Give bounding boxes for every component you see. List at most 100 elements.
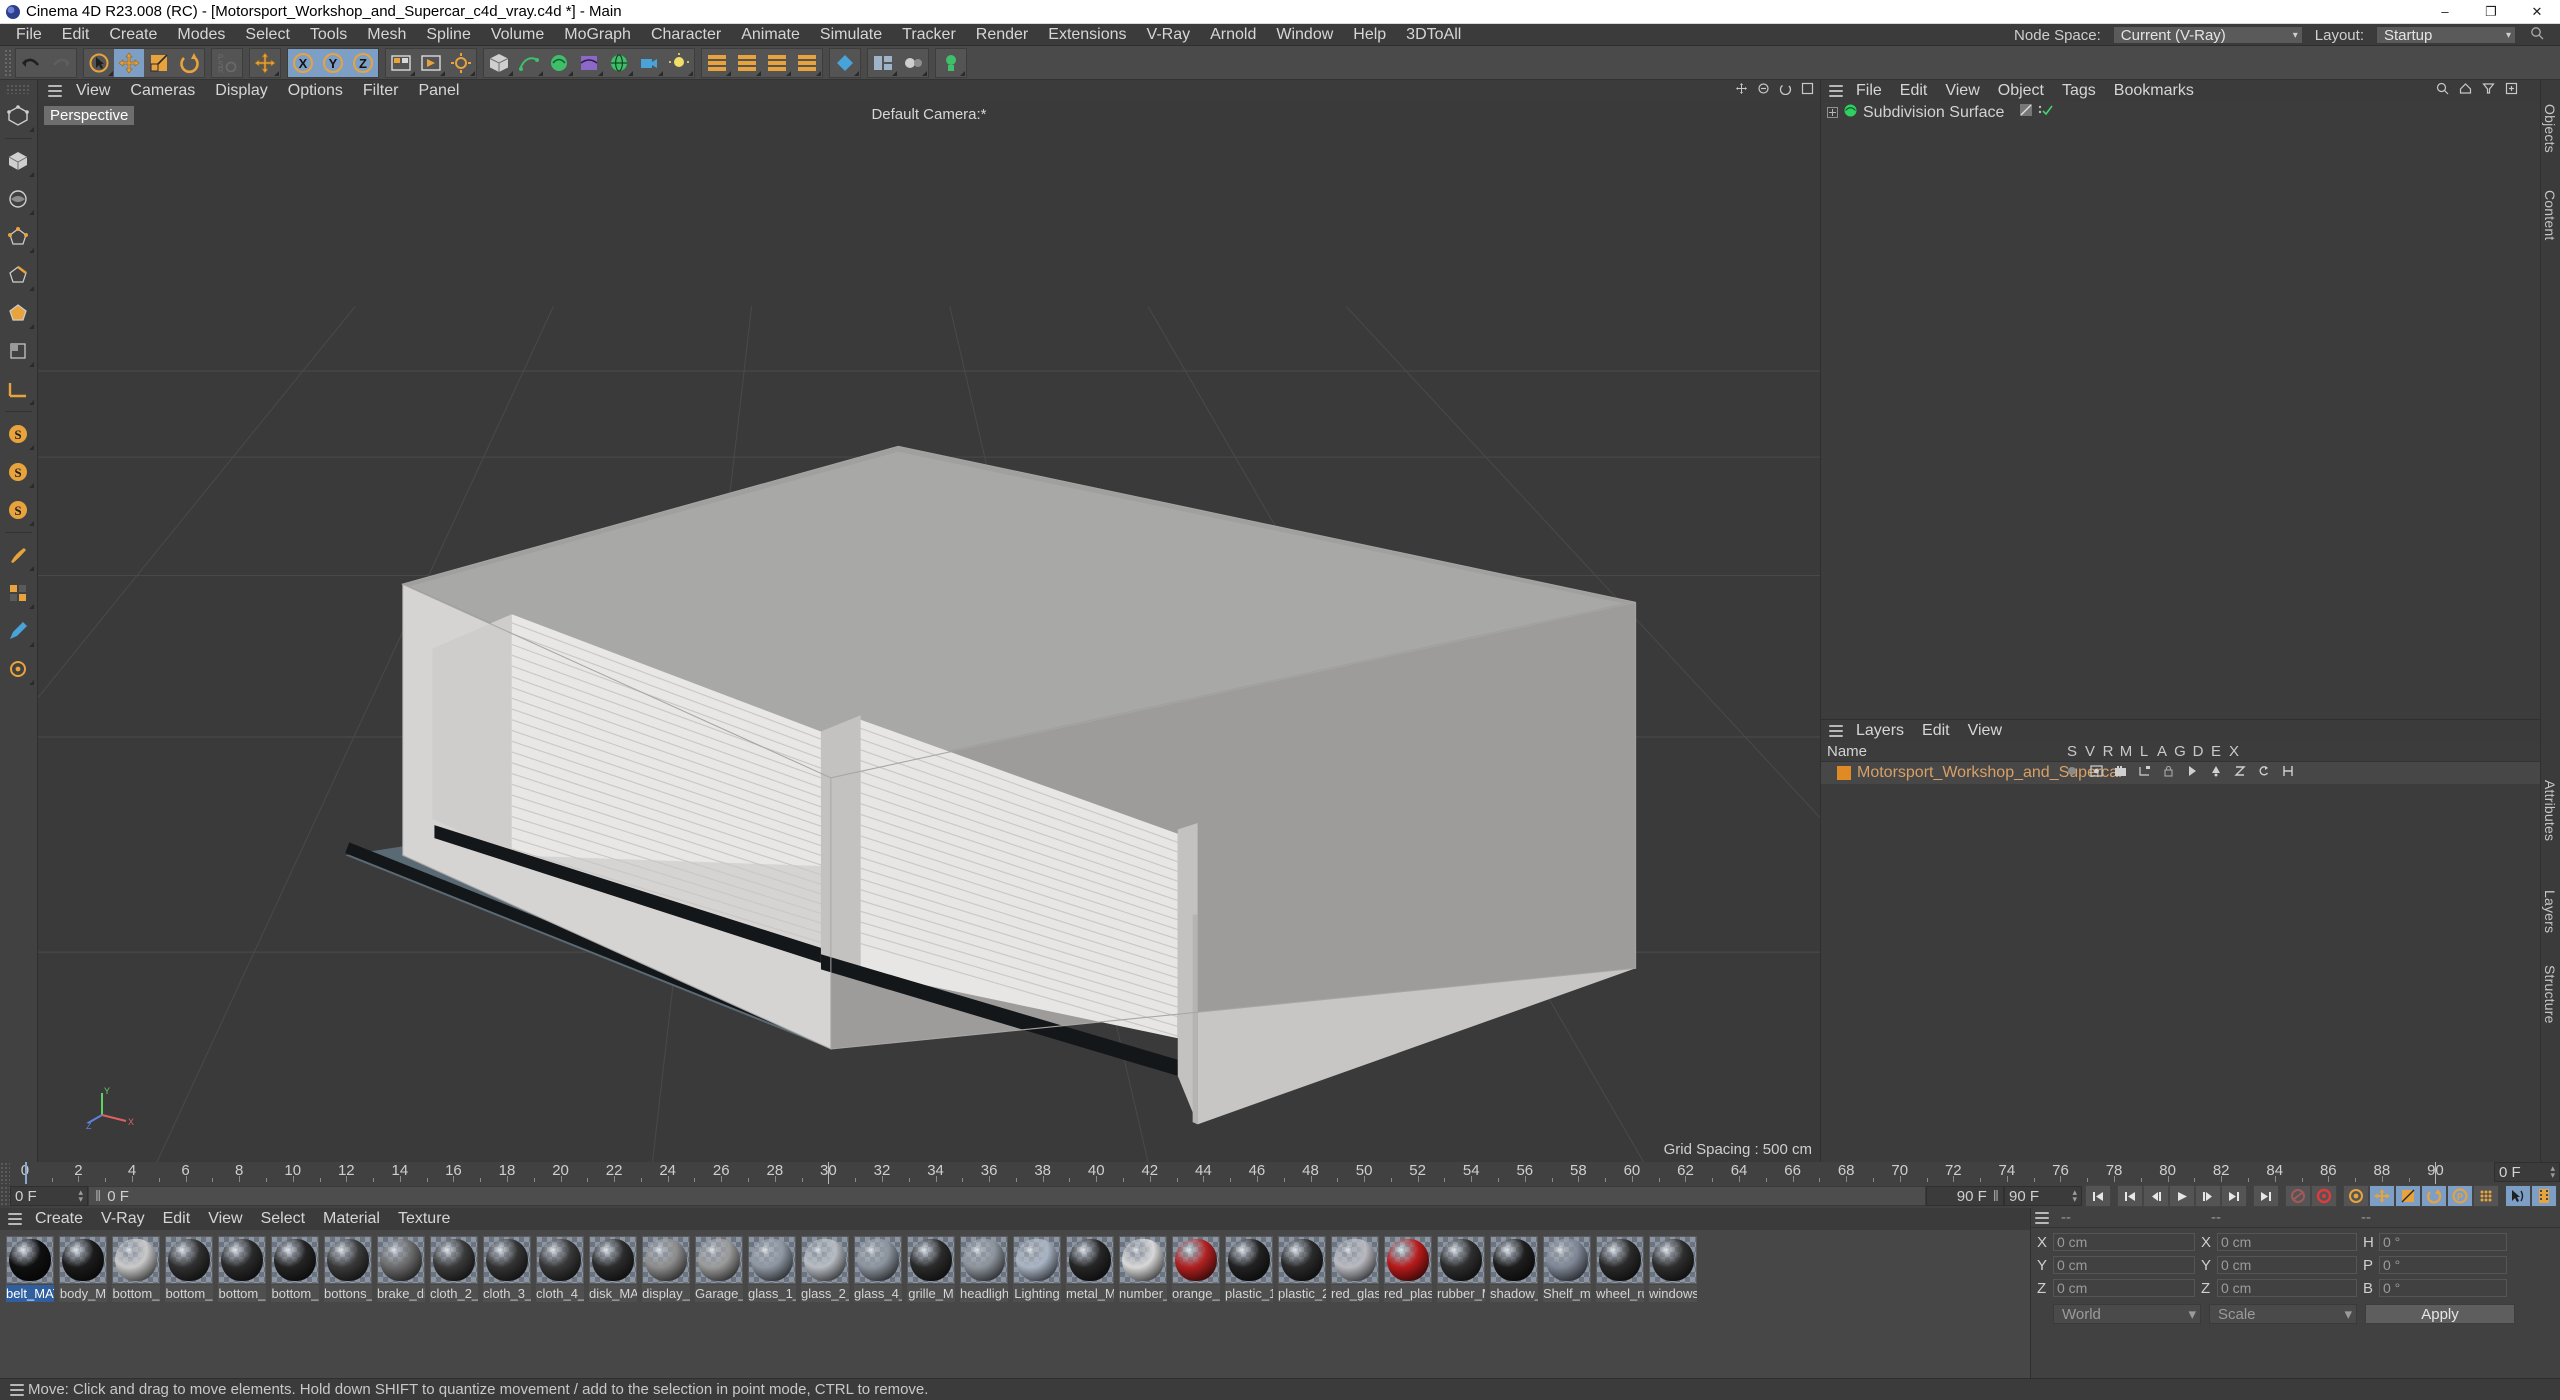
field-button[interactable]	[792, 49, 822, 77]
viewport-menu-panel[interactable]: Panel	[408, 80, 469, 102]
size-x-field[interactable]: 0 cm	[2217, 1233, 2357, 1251]
texture-mode-button[interactable]	[0, 180, 36, 218]
autokey-button[interactable]	[2285, 1185, 2311, 1207]
menu-tracker[interactable]: Tracker	[892, 24, 966, 46]
rotation-b-field[interactable]: 0 °	[2379, 1279, 2507, 1297]
record-keyframe-button[interactable]	[2311, 1185, 2337, 1207]
objmgr-menu-bookmarks[interactable]: Bookmarks	[2105, 80, 2203, 102]
menu-file[interactable]: File	[6, 24, 52, 46]
x-axis-lock-button[interactable]: X	[288, 48, 318, 77]
sculpt-button[interactable]	[0, 650, 36, 688]
material-item[interactable]: bottom_	[165, 1236, 213, 1302]
render-view-button[interactable]	[386, 49, 416, 77]
render-to-picture-viewer-button[interactable]	[416, 49, 446, 77]
menu-spline[interactable]: Spline	[416, 24, 480, 46]
material-item[interactable]: cloth_4_	[536, 1236, 584, 1302]
viewport-menu-display[interactable]: Display	[205, 80, 277, 102]
stepper-icon[interactable]: ▴ ▾	[2072, 1188, 2077, 1204]
snap-button[interactable]	[830, 49, 860, 77]
menu-create[interactable]: Create	[99, 24, 167, 46]
material-item[interactable]: red_glas	[1331, 1236, 1379, 1302]
render-settings-button[interactable]	[446, 49, 476, 77]
object-manager-hamburger-icon[interactable]	[1825, 85, 1847, 97]
brush-tool-button[interactable]	[0, 536, 36, 574]
objmgr-menu-object[interactable]: Object	[1989, 80, 2053, 102]
model-mode-button[interactable]	[0, 142, 36, 180]
layer-generator-icon[interactable]	[2207, 764, 2225, 782]
material-item[interactable]: brake_di	[377, 1236, 425, 1302]
enabled-check-icon[interactable]	[2038, 103, 2054, 122]
material-preview-sphere[interactable]	[377, 1236, 425, 1284]
layer-animation-icon[interactable]	[2183, 764, 2201, 782]
step-back-button[interactable]	[2143, 1185, 2169, 1207]
objmgr-filter-icon[interactable]	[2482, 82, 2495, 100]
material-preview-sphere[interactable]	[748, 1236, 796, 1284]
material-preview-sphere[interactable]	[1119, 1236, 1167, 1284]
material-item[interactable]: windows	[1649, 1236, 1697, 1302]
object-tree[interactable]: Subdivision Surface	[1821, 102, 2540, 719]
material-preview-sphere[interactable]	[589, 1236, 637, 1284]
material-preview-sphere[interactable]	[695, 1236, 743, 1284]
material-preview-sphere[interactable]	[1490, 1236, 1538, 1284]
make-editable-button[interactable]	[0, 97, 36, 135]
enable-axis-button[interactable]: S	[0, 415, 36, 453]
timeline-grip[interactable]	[0, 1162, 10, 1184]
mograph-effector-button[interactable]	[762, 49, 792, 77]
world-coordinates-button[interactable]	[250, 49, 280, 77]
maximize-view-icon[interactable]	[1801, 82, 1814, 100]
coordinate-system-select[interactable]: World ▾	[2053, 1304, 2201, 1324]
edge-mode-button[interactable]	[0, 256, 36, 294]
size-y-field[interactable]: 0 cm	[2217, 1256, 2357, 1274]
cube-primitive-button[interactable]	[484, 49, 514, 77]
material-item[interactable]: glass_4_	[854, 1236, 902, 1302]
viewport-3d[interactable]: Perspective Default Camera:* Grid Spacin…	[38, 102, 1820, 1162]
viewport-menu-filter[interactable]: Filter	[353, 80, 409, 102]
objmgr-search-icon[interactable]	[2436, 82, 2449, 100]
previous-keyframe-button[interactable]	[2117, 1185, 2143, 1207]
step-forward-button[interactable]	[2195, 1185, 2221, 1207]
material-preview-sphere[interactable]	[59, 1236, 107, 1284]
material-item[interactable]: grille_M	[907, 1236, 955, 1302]
vtab-layers[interactable]: Layers	[2542, 890, 2558, 933]
key-rotation-button[interactable]	[2421, 1185, 2447, 1207]
fps-display-field[interactable]: 90 F ‖	[1926, 1186, 2004, 1206]
key-scale-button[interactable]	[2395, 1185, 2421, 1207]
key-selection-button[interactable]	[2343, 1185, 2369, 1207]
auto-keying-button[interactable]	[2505, 1185, 2531, 1207]
minimize-button[interactable]: –	[2422, 0, 2468, 24]
material-manager-hamburger-icon[interactable]	[4, 1213, 26, 1225]
menu-vray[interactable]: V-Ray	[1137, 24, 1201, 46]
layer-visible-icon[interactable]	[2087, 764, 2105, 782]
stepper-icon[interactable]: ▴ ▾	[2550, 1164, 2555, 1180]
material-item[interactable]: Lighting	[1013, 1236, 1061, 1302]
material-item[interactable]: Shelf_ma	[1543, 1236, 1591, 1302]
light-setup-button[interactable]	[936, 49, 966, 77]
material-item[interactable]: display_	[642, 1236, 690, 1302]
material-preview-sphere[interactable]	[1066, 1236, 1114, 1284]
material-preview-sphere[interactable]	[907, 1236, 955, 1284]
timeline-range-marker[interactable]	[828, 1162, 830, 1184]
material-preview-sphere[interactable]	[1437, 1236, 1485, 1284]
uv-mode-button[interactable]	[0, 332, 36, 370]
material-preview-sphere[interactable]	[1331, 1236, 1379, 1284]
material-item[interactable]: bottons_	[324, 1236, 372, 1302]
material-item[interactable]: orange_g	[1172, 1236, 1220, 1302]
menu-volume[interactable]: Volume	[481, 24, 554, 46]
matmgr-menu-texture[interactable]: Texture	[389, 1208, 459, 1230]
material-preview-sphere[interactable]	[165, 1236, 213, 1284]
material-item[interactable]: bottom_	[218, 1236, 266, 1302]
matmgr-menu-material[interactable]: Material	[314, 1208, 389, 1230]
vtab-objects[interactable]: Objects	[2542, 104, 2558, 153]
material-item[interactable]: body_M	[59, 1236, 107, 1302]
next-keyframe-button[interactable]	[2221, 1185, 2247, 1207]
layer-render-icon[interactable]	[2111, 764, 2129, 782]
material-item[interactable]: number_	[1119, 1236, 1167, 1302]
layer-xref-icon[interactable]	[2279, 764, 2297, 782]
key-position-button[interactable]	[2369, 1185, 2395, 1207]
y-axis-lock-button[interactable]: Y	[318, 48, 348, 77]
workplane-button[interactable]	[0, 370, 36, 408]
material-item[interactable]: bottom_	[271, 1236, 319, 1302]
layer-color-swatch[interactable]	[1837, 766, 1851, 780]
objmgr-menu-file[interactable]: File	[1847, 80, 1891, 102]
timeline-range-marker[interactable]	[2435, 1162, 2437, 1184]
